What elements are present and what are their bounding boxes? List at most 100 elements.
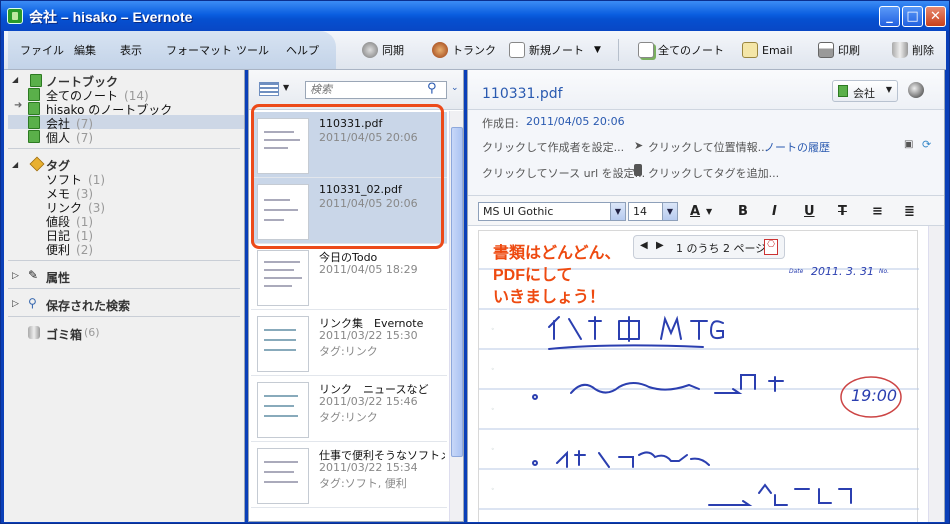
svg-text:2011. 3. 31: 2011. 3. 31 — [811, 265, 874, 278]
all-notes-label: 全てのノート — [658, 44, 724, 57]
maximize-button[interactable]: □ — [902, 6, 923, 27]
notebook-icon — [28, 116, 40, 129]
note-editor: 110331.pdf 会社 ▼ 作成日: 2011/04/05 20:06 クリ… — [467, 70, 945, 522]
new-note-icon — [509, 42, 525, 58]
content-scrollbar[interactable] — [928, 226, 944, 522]
print-button[interactable]: 印刷 — [818, 42, 860, 58]
all-notes-button[interactable]: 全てのノート — [638, 42, 724, 58]
print-label: 印刷 — [838, 44, 860, 57]
expand-triangle-icon[interactable]: ▷ — [12, 299, 19, 309]
list-item[interactable]: リンク ニュースなど 2011/03/22 15:46 タグ:リンク — [251, 376, 447, 442]
email-button[interactable]: Email — [742, 42, 793, 58]
menu-help[interactable]: ヘルプ — [286, 42, 319, 58]
minimize-button[interactable]: _ — [879, 6, 900, 27]
menu-bar: ファイル 編集 表示 フォーマット ツール ヘルプ — [8, 31, 336, 69]
delete-button[interactable]: 削除 — [892, 42, 934, 58]
svg-text:19:00: 19:00 — [851, 386, 897, 405]
font-color-button[interactable]: A — [690, 204, 700, 219]
annotation-line: 書類はどんどん、 — [493, 245, 621, 262]
font-select[interactable]: MS UI Gothic ▼ — [478, 202, 626, 221]
pdf-icon[interactable]: ⎔ — [764, 239, 778, 255]
annotation-text: 書類はどんどん、 PDFにして いきましょう！ — [493, 243, 621, 309]
list-item[interactable]: 110331_02.pdf 2011/04/05 20:06 — [251, 178, 447, 244]
notebook-icon — [28, 88, 40, 101]
pdf-pager: ◀ ▶ 1 のうち 2 ページ ⎔ — [633, 235, 785, 259]
view-toggle-icon[interactable] — [259, 82, 279, 96]
sidebar-item-personal[interactable]: 個人 (7) — [46, 129, 93, 146]
divider — [8, 316, 240, 317]
svg-text:Date: Date — [789, 268, 804, 275]
next-page-button[interactable]: ▶ — [656, 240, 664, 251]
trunk-button[interactable]: トランク — [432, 42, 496, 58]
created-date[interactable]: 2011/04/05 20:06 — [526, 115, 625, 128]
prev-page-button[interactable]: ◀ — [640, 240, 648, 251]
note-thumbnail — [257, 250, 309, 306]
bold-button[interactable]: B — [738, 204, 748, 219]
trash-header[interactable]: ゴミ箱 — [46, 326, 82, 343]
collapse-triangle-icon[interactable]: ◢ — [12, 75, 18, 84]
expand-triangle-icon[interactable]: ▷ — [12, 271, 19, 281]
menu-format[interactable]: フォーマット — [166, 42, 232, 58]
sync-button[interactable]: 同期 — [362, 42, 404, 58]
note-content[interactable]: ◦ ◦ ◦ ◦ ◦ 19:00 2011. 3. 31 Date No. 書類は… — [468, 226, 944, 522]
menu-file[interactable]: ファイル — [20, 42, 64, 58]
new-note-button[interactable]: 新規ノート ▼ — [509, 42, 601, 58]
notebook-select[interactable]: 会社 ▼ — [832, 80, 898, 102]
count-badge: (2) — [76, 243, 94, 257]
collapse-triangle-icon[interactable]: ◢ — [12, 160, 18, 169]
attributes-header[interactable]: 属性 — [46, 269, 70, 286]
notebook-icon — [838, 85, 848, 97]
scrollbar-thumb[interactable] — [451, 127, 463, 457]
source-url-field[interactable]: クリックしてソース url を設定... — [482, 165, 645, 181]
underline-button[interactable]: U — [804, 204, 815, 219]
selection-highlight — [8, 115, 244, 129]
sidebar: ◢ ノートブック 全てのノート (14) ➜ hisako のノートブック 会社(… — [4, 70, 245, 522]
location-icon: ➤ — [634, 139, 644, 152]
chevron-down-icon[interactable]: ▼ — [706, 207, 712, 216]
note-list-header: ▼ ⚲ ⌄ — [249, 70, 463, 110]
evernote-icon — [7, 8, 23, 24]
list-item[interactable]: 今日のTodo 2011/04/05 18:29 — [251, 244, 447, 310]
history-link[interactable]: ノートの履歴 — [764, 139, 830, 155]
list-item[interactable]: 仕事で便利そうなソフトメ... 2011/03/22 15:34 タグ:ソフト,… — [251, 442, 447, 508]
menu-view[interactable]: 表示 — [120, 42, 142, 58]
globe-icon[interactable] — [908, 82, 924, 98]
notebook-icon — [28, 130, 40, 143]
note-list-scrollbar[interactable] — [449, 111, 463, 521]
size-select[interactable]: 14 ▼ — [628, 202, 678, 221]
note-title-field[interactable]: 110331.pdf — [482, 86, 563, 102]
annotation-line: いきましょう！ — [493, 289, 606, 306]
note-date: 2011/03/22 15:34 — [319, 461, 418, 474]
chevron-down-icon[interactable]: ▼ — [594, 45, 601, 55]
refresh-icon[interactable]: ⟳ — [922, 138, 931, 151]
close-button[interactable]: ✕ — [925, 6, 946, 27]
saved-searches-header[interactable]: 保存された検索 — [46, 297, 130, 314]
list-item[interactable]: 110331.pdf 2011/04/05 20:06 — [251, 112, 447, 178]
menu-edit[interactable]: 編集 — [74, 42, 96, 58]
note-date: 2011/04/05 18:29 — [319, 263, 418, 276]
window-title: 会社 – hisako – Evernote — [29, 9, 193, 25]
italic-button[interactable]: I — [772, 204, 777, 219]
note-date: 2011/04/05 20:06 — [319, 197, 418, 210]
justify-button[interactable]: ≣ — [904, 204, 915, 219]
count-badge: (7) — [76, 131, 94, 145]
note-tags: タグ:リンク — [319, 411, 378, 424]
notebook-icon — [28, 102, 40, 115]
strikethrough-button[interactable]: T — [838, 204, 847, 219]
tag-field[interactable]: クリックしてタグを追加... — [648, 165, 779, 181]
chevron-down-icon[interactable]: ▼ — [283, 83, 289, 92]
list-item[interactable]: リンク集 Evernote 2011/03/22 15:30 タグ:リンク — [251, 310, 447, 376]
notebook-icon — [30, 74, 42, 87]
tag-item[interactable]: 便利 (2) — [46, 241, 93, 258]
annotation-line: PDFにして — [493, 267, 573, 284]
location-field[interactable]: クリックして位置情報... — [648, 139, 768, 155]
chevron-down-icon[interactable]: ⌄ — [451, 83, 459, 93]
divider — [8, 288, 240, 289]
app-window: 会社 – hisako – Evernote _ □ ✕ ファイル 編集 表示 … — [0, 0, 950, 524]
search-icon[interactable]: ⚲ — [427, 81, 437, 96]
menu-tools[interactable]: ツール — [236, 42, 269, 58]
search-input[interactable] — [305, 81, 447, 99]
info-icon[interactable]: ▣ — [904, 139, 913, 150]
align-left-button[interactable]: ≡ — [872, 204, 883, 219]
author-field[interactable]: クリックして作成者を設定... — [482, 139, 624, 155]
